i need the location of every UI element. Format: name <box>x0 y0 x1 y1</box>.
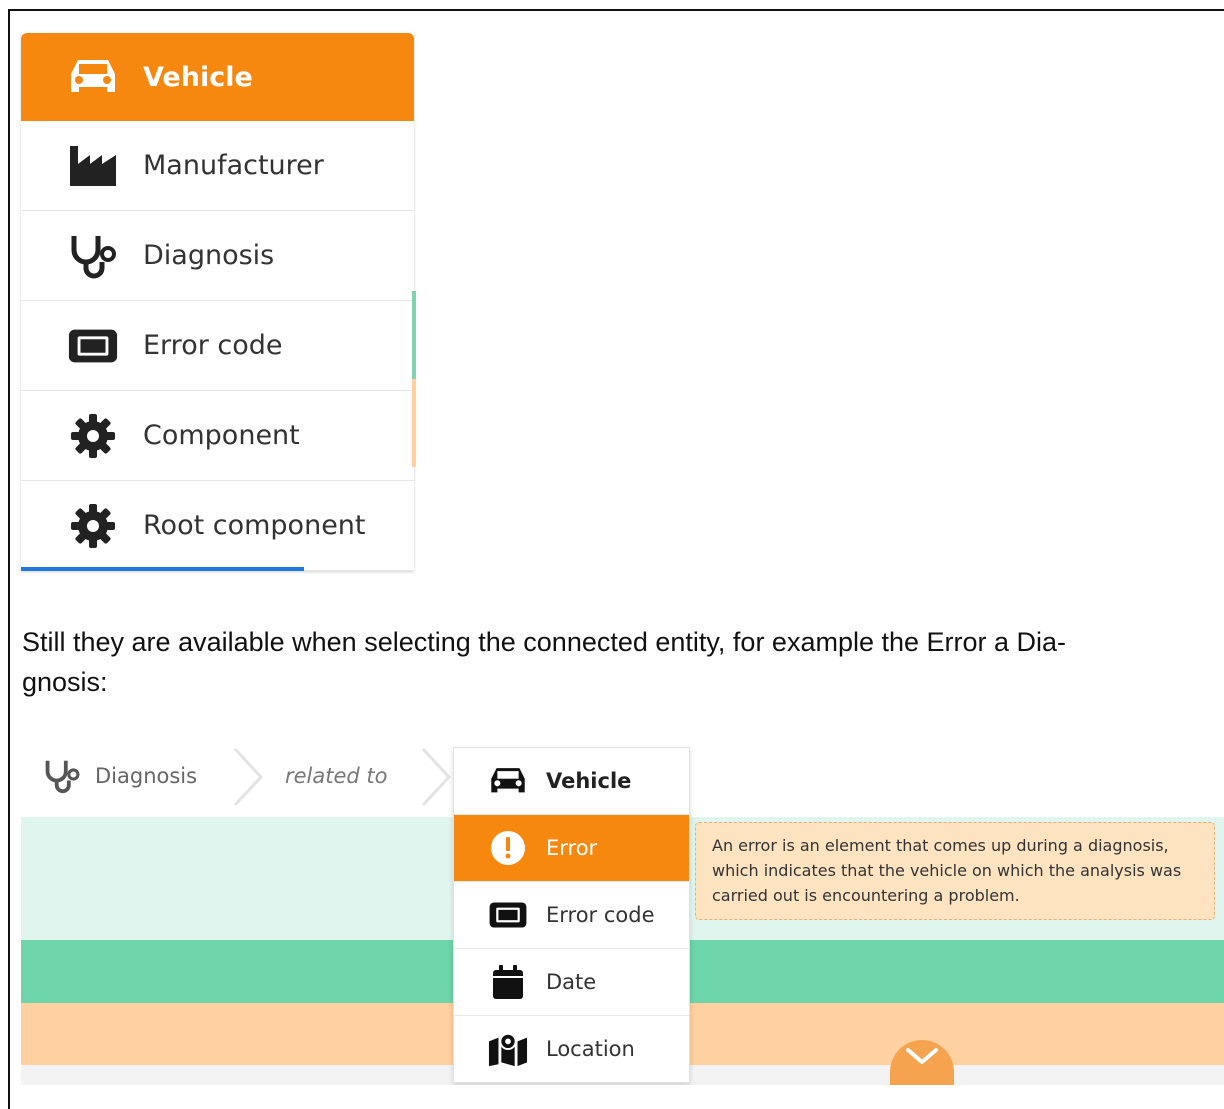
dropdown-item-label: Error code <box>546 903 655 927</box>
body-paragraph: Still they are available when selecting … <box>22 622 1202 702</box>
menu-item-label: Error code <box>143 330 283 361</box>
embedded-screenshot: Diagnosis related to Vehicle Error Error… <box>21 735 1224 1085</box>
ticket-icon <box>488 895 528 935</box>
dropdown-item-label: Vehicle <box>546 769 632 793</box>
menu-item-manufacturer[interactable]: Manufacturer <box>21 121 414 211</box>
car-icon <box>67 51 119 103</box>
entity-menu: Vehicle Manufacturer Diagnosis Error cod… <box>21 33 416 571</box>
dropdown-item-date[interactable]: Date <box>454 949 689 1016</box>
gear-icon <box>67 410 119 462</box>
alert-circle-icon <box>488 828 528 868</box>
paragraph-line: Still they are available when selecting … <box>22 627 1067 657</box>
dropdown-item-vehicle[interactable]: Vehicle <box>454 748 689 815</box>
menu-item-diagnosis[interactable]: Diagnosis <box>21 211 416 380</box>
map-marker-icon <box>488 1029 528 1069</box>
menu-item-label: Root component <box>143 510 366 541</box>
breadcrumb-item-relation[interactable]: related to <box>285 735 388 817</box>
chevron-right-icon <box>233 747 264 807</box>
entity-description-tooltip: An error is an element that comes up dur… <box>695 822 1215 920</box>
ticket-icon <box>67 320 119 372</box>
menu-item-root-component[interactable]: Root component <box>21 481 414 571</box>
breadcrumb-label: Diagnosis <box>95 764 198 788</box>
dropdown-item-error[interactable]: Error <box>454 815 689 882</box>
chevron-down-icon <box>906 1048 938 1064</box>
gear-icon <box>67 500 119 552</box>
dropdown-item-label: Location <box>546 1037 635 1061</box>
dropdown-item-label: Error <box>546 836 598 860</box>
menu-item-label: Diagnosis <box>143 240 275 271</box>
menu-item-component[interactable]: Component <box>21 391 414 481</box>
menu-item-label: Component <box>143 420 300 451</box>
menu-item-error-code[interactable]: Error code <box>21 301 416 467</box>
stethoscope-icon <box>67 230 119 282</box>
calendar-icon <box>488 962 528 1002</box>
car-icon <box>488 761 528 801</box>
relation-dropdown: Vehicle Error Error code Date Location <box>453 747 690 1083</box>
menu-item-label: Vehicle <box>143 61 253 93</box>
chevron-right-icon <box>421 747 452 807</box>
menu-item-vehicle[interactable]: Vehicle <box>21 33 414 121</box>
factory-icon <box>67 140 119 192</box>
dropdown-item-location[interactable]: Location <box>454 1016 689 1082</box>
stethoscope-icon <box>45 760 80 794</box>
breadcrumb-item-diagnosis[interactable]: Diagnosis <box>43 735 197 817</box>
menu-scrollbar[interactable] <box>21 567 304 571</box>
paragraph-line: gnosis: <box>22 667 108 697</box>
breadcrumb-label: related to <box>285 764 388 788</box>
menu-item-label: Manufacturer <box>143 150 324 181</box>
dropdown-item-error-code[interactable]: Error code <box>454 882 689 949</box>
dropdown-item-label: Date <box>546 970 597 994</box>
